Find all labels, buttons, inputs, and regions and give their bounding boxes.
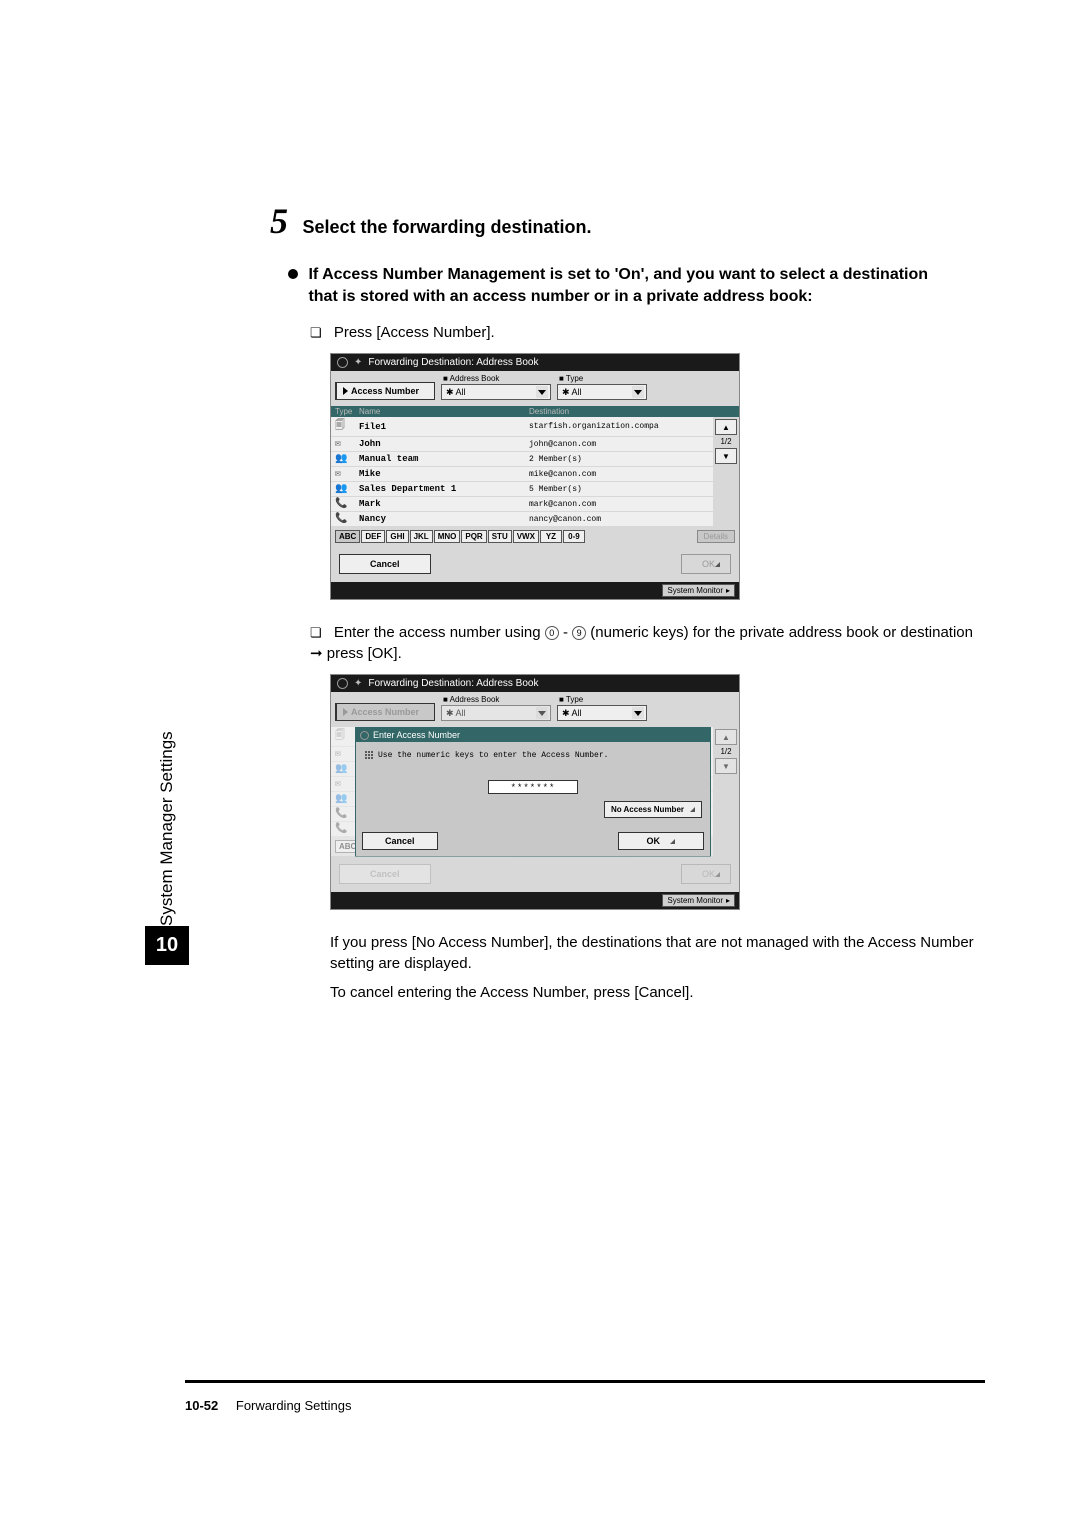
alpha-filter: ABC DEF GHI JKL MNO PQR STU VWX YZ 0-9 D… [331,527,739,546]
access-number-input[interactable]: ******* [488,780,578,794]
system-monitor-button[interactable]: System Monitor ▸ [662,894,735,907]
ss-titlebar: ✦ Forwarding Destination: Address Book [331,354,739,371]
system-monitor-button[interactable]: System Monitor ▸ [662,584,735,597]
substep-1: Press [Access Number]. [310,322,985,343]
cancel-button[interactable]: Cancel [339,554,431,574]
screenshot-address-book: ✦ Forwarding Destination: Address Book A… [330,353,740,600]
note-no-access: If you press [No Access Number], the des… [330,932,985,974]
scroll-down-button[interactable]: ▼ [715,448,737,464]
alpha-btn[interactable]: YZ [540,530,562,543]
footer-rule [185,1380,985,1383]
scroll-up-button: ▲ [715,729,737,745]
leaf-icon: ✦ [354,357,362,368]
page-indicator: 1/2 [715,437,737,446]
alpha-btn[interactable]: GHI [386,530,408,543]
address-list: 🗐File1starfish.organization.compa ✉Johnj… [331,417,713,527]
ok-button: OK [681,864,731,884]
scroll-up-button[interactable]: ▲ [715,419,737,435]
status-icon [337,357,348,368]
cancel-button[interactable]: Cancel [362,832,438,850]
access-number-button: Access Number [335,703,435,721]
note-cancel: To cancel entering the Access Number, pr… [330,982,985,1003]
step-title: Select the forwarding destination. [302,217,591,237]
details-button[interactable]: Details [697,530,735,543]
list-item[interactable]: 🗐File1starfish.organization.compa [331,417,713,437]
bullet-icon [288,269,298,279]
keypad-icon [364,750,374,760]
leaf-icon: ✦ [354,678,362,689]
alpha-btn[interactable]: PQR [461,530,486,543]
list-item[interactable]: 👥Manual team2 Member(s) [331,452,713,467]
substep-2: Enter the access number using 0 - 9 (num… [310,622,985,664]
ok-button[interactable]: OK [618,832,705,850]
alpha-btn[interactable]: STU [488,530,512,543]
ss-title: Forwarding Destination: Address Book [368,357,538,368]
list-item[interactable]: 📞Nancynancy@canon.com [331,512,713,527]
type-dropdown[interactable]: ✱ All [557,705,647,721]
access-number-button[interactable]: Access Number [335,382,435,400]
page-indicator: 1/2 [715,747,737,756]
list-item[interactable]: ✉Mikemike@canon.com [331,467,713,482]
sidebar-label: System Manager Settings [145,610,189,926]
page-number: 10-52 [185,1398,218,1413]
chevron-down-icon [536,707,548,719]
list-item[interactable]: ✉Johnjohn@canon.com [331,437,713,452]
cancel-button: Cancel [339,864,431,884]
chevron-down-icon [536,386,548,398]
bullet-text: If Access Number Management is set to 'O… [308,264,938,307]
alpha-btn[interactable]: VWX [513,530,539,543]
chevron-down-icon [632,707,644,719]
list-header: Type Name Destination [331,406,739,417]
chapter-sidebar: System Manager Settings 10 [145,610,189,965]
status-icon [360,731,369,740]
alpha-btn[interactable]: DEF [361,530,385,543]
alpha-btn[interactable]: JKL [410,530,433,543]
chapter-number: 10 [145,926,189,965]
type-dropdown[interactable]: ✱ All [557,384,647,400]
scroll-down-button: ▼ [715,758,737,774]
list-item[interactable]: 👥Sales Department 15 Member(s) [331,482,713,497]
page-footer: 10-52 Forwarding Settings [185,1398,352,1413]
ok-button[interactable]: OK [681,554,731,574]
chevron-down-icon [632,386,644,398]
address-book-dropdown: ✱ All [441,705,551,721]
alpha-btn[interactable]: 0-9 [563,530,585,543]
screenshot-enter-access-number: ✦ Forwarding Destination: Address Book A… [330,674,740,910]
alpha-btn[interactable]: MNO [434,530,461,543]
footer-title: Forwarding Settings [236,1398,352,1413]
ss-titlebar: ✦ Forwarding Destination: Address Book [331,675,739,692]
alpha-btn[interactable]: ABC [335,530,360,543]
enter-access-number-dialog: Enter Access Number Use the numeric keys… [355,727,711,857]
address-book-dropdown[interactable]: ✱ All [441,384,551,400]
status-icon [337,678,348,689]
key-0-icon: 0 [545,626,559,640]
step-number: 5 [270,200,288,242]
ss-title: Forwarding Destination: Address Book [368,678,538,689]
list-item[interactable]: 📞Markmark@canon.com [331,497,713,512]
key-9-icon: 9 [572,626,586,640]
no-access-number-button[interactable]: No Access Number [604,801,702,818]
